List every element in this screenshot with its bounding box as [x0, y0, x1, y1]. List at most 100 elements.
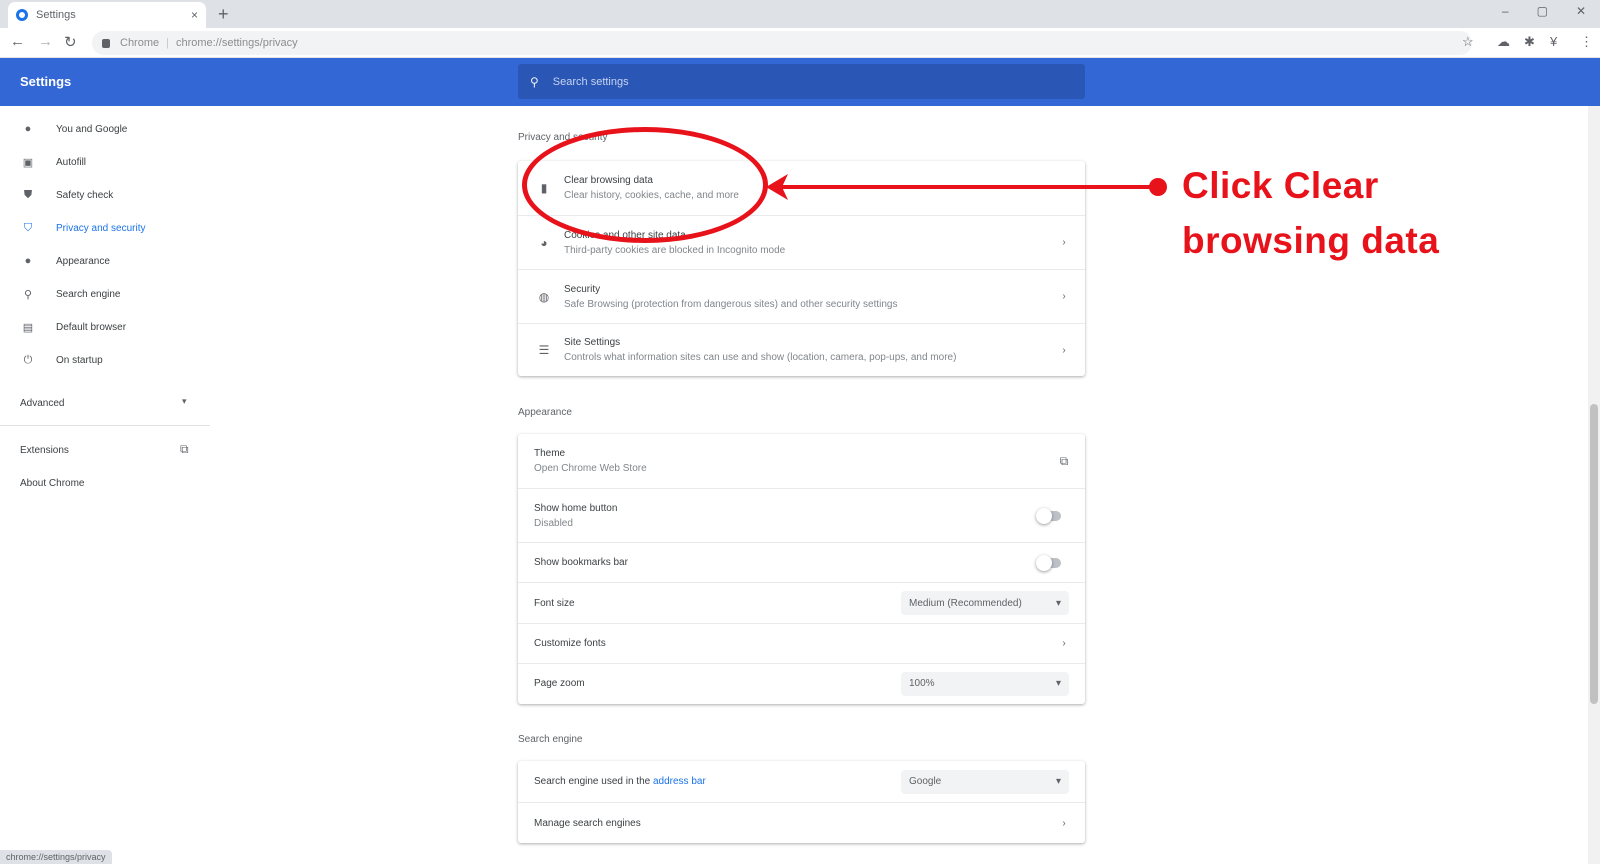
sidebar-item-label: On startup: [56, 354, 103, 366]
extensions-icon[interactable]: ✱: [1524, 34, 1535, 50]
sidebar-item-default-browser[interactable]: ▤ Default browser: [20, 317, 126, 337]
chevron-down-icon: ▾: [1055, 597, 1061, 609]
open-in-new-icon[interactable]: ⧉: [1049, 454, 1079, 469]
sidebar-item-search-engine[interactable]: ⚲ Search engine: [20, 284, 121, 304]
row-subtitle: Controls what information sites can use …: [564, 352, 957, 363]
address-bar-link[interactable]: address bar: [653, 776, 706, 787]
scrollbar-thumb[interactable]: [1590, 404, 1598, 704]
theme-row[interactable]: Theme Open Chrome Web Store ⧉: [518, 434, 1085, 488]
chevron-down-icon: ▾: [1055, 776, 1061, 787]
sidebar-item-safety-check[interactable]: ⛊ Safety check: [20, 185, 113, 205]
shield-check-icon: ⛊: [23, 188, 33, 201]
chevron-down-icon[interactable]: ▾: [182, 396, 187, 407]
sidebar-extensions[interactable]: Extensions: [20, 445, 69, 456]
bookmarks-bar-toggle[interactable]: [1036, 554, 1061, 571]
annotation-text: Click Clear browsing data: [1182, 158, 1439, 268]
row-title: Page zoom: [534, 678, 585, 689]
sidebar-item-label: Safety check: [56, 189, 114, 201]
omnibox-url: chrome://settings/privacy: [175, 37, 298, 49]
sidebar-advanced[interactable]: Advanced: [20, 398, 64, 409]
sidebar-about-chrome[interactable]: About Chrome: [20, 478, 84, 489]
sidebar-item-label: Autofill: [56, 156, 87, 168]
browser-toolbar: ← → ↻ Chrome | chrome://settings/privacy…: [0, 28, 1600, 58]
row-title: Site Settings: [564, 337, 621, 348]
page-title: Settings: [20, 74, 72, 89]
status-bar: chrome://settings/privacy: [0, 850, 112, 864]
chevron-right-icon: ›: [1062, 344, 1066, 356]
forward-icon[interactable]: →: [38, 33, 53, 50]
sidebar-item-appearance[interactable]: ● Appearance: [20, 251, 110, 271]
shield-icon: ⛉: [23, 221, 33, 234]
appearance-section-title: Appearance: [518, 407, 572, 418]
chevron-right-icon: ›: [1062, 638, 1066, 649]
maximize-icon[interactable]: ▢: [1537, 4, 1548, 18]
font-size-select[interactable]: Medium (Recommended) ▾: [901, 591, 1069, 615]
row-title: Show bookmarks bar: [534, 557, 628, 568]
window-controls: – ▢ ✕: [1502, 4, 1586, 18]
sidebar-item-autofill[interactable]: ▣ Autofill: [20, 152, 86, 172]
menu-icon[interactable]: ⋮: [1580, 34, 1593, 50]
omnibox-separator: |: [166, 37, 169, 49]
clipboard-icon: ▣: [22, 156, 34, 169]
tab-settings[interactable]: Settings ×: [8, 2, 206, 28]
address-bar[interactable]: Chrome | chrome://settings/privacy: [92, 31, 1472, 55]
open-in-new-icon[interactable]: ⧉: [180, 442, 189, 457]
customize-fonts-row[interactable]: Customize fonts ›: [518, 623, 1085, 663]
search-engine-card: Search engine used in the address bar Go…: [518, 761, 1085, 843]
font-size-row: Font size Medium (Recommended) ▾: [518, 582, 1085, 623]
sidebar-divider: [0, 425, 210, 426]
reload-icon[interactable]: ↻: [64, 33, 77, 51]
row-subtitle: Disabled: [534, 517, 573, 529]
page-zoom-select[interactable]: 100% ▾: [901, 671, 1069, 696]
row-subtitle: Open Chrome Web Store: [534, 463, 647, 474]
row-subtitle: Safe Browsing (protection from dangerous…: [564, 298, 898, 310]
sidebar-item-label: Default browser: [56, 321, 127, 333]
sidebar-item-label: Search engine: [56, 288, 121, 300]
lock-icon: [102, 38, 110, 48]
tab-title: Settings: [36, 9, 76, 21]
select-value: Medium (Recommended): [909, 597, 1022, 609]
sidebar-item-privacy-and-security[interactable]: ⛉ Privacy and security: [20, 218, 146, 238]
search-engine-select[interactable]: Google ▾: [901, 769, 1069, 794]
sidebar-item-label: You and Google: [56, 123, 128, 135]
chevron-down-icon: ▾: [1055, 678, 1061, 689]
row-title: Customize fonts: [534, 638, 606, 649]
omnibox-site: Chrome: [120, 37, 160, 49]
browser-icon: ▤: [22, 321, 34, 334]
row-title: Show home button: [534, 502, 618, 514]
bookmarks-bar-row[interactable]: Show bookmarks bar: [518, 542, 1085, 582]
chevron-right-icon: ›: [1062, 817, 1066, 829]
palette-icon: ●: [24, 255, 32, 267]
tab-close-icon[interactable]: ×: [191, 8, 198, 22]
site-settings-row[interactable]: ☰ Site Settings Controls what informatio…: [518, 323, 1085, 376]
search-icon: ⚲: [23, 288, 33, 301]
security-row[interactable]: ◍ Security Safe Browsing (protection fro…: [518, 269, 1085, 323]
back-icon[interactable]: ←: [10, 33, 25, 50]
search-engine-section-title: Search engine: [518, 734, 583, 745]
row-title: Security: [564, 283, 601, 295]
globe-shield-icon: ◍: [538, 289, 550, 304]
minimize-icon[interactable]: –: [1502, 4, 1509, 18]
sliders-icon: ☰: [538, 343, 550, 357]
search-input[interactable]: ⚲ Search settings: [518, 64, 1085, 99]
star-icon[interactable]: ☆: [1462, 34, 1474, 50]
close-window-icon[interactable]: ✕: [1576, 4, 1586, 18]
row-subtitle: Third-party cookies are blocked in Incog…: [564, 244, 786, 256]
sidebar-item-label: Appearance: [56, 255, 110, 267]
search-engine-label: Search engine used in the: [534, 776, 653, 787]
row-title: Theme: [534, 448, 566, 459]
cloud-icon[interactable]: ☁: [1497, 34, 1510, 50]
cookie-icon: ◕: [540, 235, 548, 250]
home-button-toggle[interactable]: [1036, 507, 1061, 524]
search-icon: ⚲: [530, 74, 539, 89]
search-engine-row: Search engine used in the address bar Go…: [518, 761, 1085, 802]
row-title: Manage search engines: [534, 817, 641, 829]
sidebar-item-you-and-google[interactable]: ● You and Google: [20, 119, 128, 139]
tab-strip: [0, 0, 1600, 28]
new-tab-button[interactable]: +: [218, 4, 229, 25]
home-button-row[interactable]: Show home button Disabled: [518, 488, 1085, 542]
extension-icon[interactable]: ¥: [1550, 34, 1557, 49]
manage-search-engines-row[interactable]: Manage search engines ›: [518, 802, 1085, 843]
search-placeholder: Search settings: [552, 75, 629, 88]
sidebar-item-on-startup[interactable]: ⏻ On startup: [20, 350, 103, 370]
